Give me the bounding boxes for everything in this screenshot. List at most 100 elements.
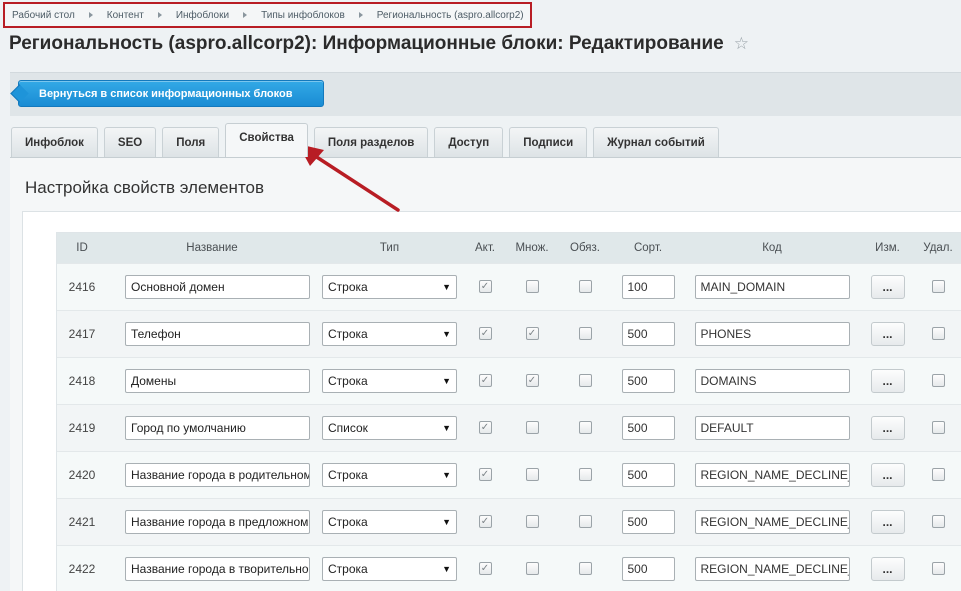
caret-down-icon: ▼ [442,422,451,433]
breadcrumb-item[interactable]: Региональность (aspro.allcorp2) [377,10,524,21]
edit-property-button[interactable]: ... [870,556,905,581]
property-id: 2418 [68,373,96,388]
caret-down-icon: ▼ [442,281,451,292]
sort-input[interactable]: 500 [621,368,675,393]
property-type-select[interactable]: Строка ▼ [322,556,457,581]
caret-down-icon: ▼ [442,563,451,574]
sort-input[interactable]: 500 [621,462,675,487]
active-checkbox[interactable]: ✓ [478,327,492,340]
multiple-checkbox[interactable] [525,562,539,576]
property-id: 2420 [68,467,96,482]
column-header: Название [186,241,238,254]
required-checkbox[interactable] [578,562,592,576]
multiple-checkbox[interactable]: ✓ [525,374,539,387]
edit-property-button[interactable]: ... [870,321,905,346]
delete-checkbox[interactable] [931,280,945,293]
tab-infoblock[interactable]: Инфоблок [11,127,98,157]
delete-checkbox[interactable] [931,468,945,481]
code-input[interactable]: REGION_NAME_DECLINE_ [694,462,850,487]
property-name-input[interactable]: Основной домен [125,274,310,299]
property-name-input[interactable]: Название города в предложном [125,509,310,534]
active-checkbox[interactable]: ✓ [478,280,492,293]
delete-checkbox[interactable] [931,562,945,576]
property-id: 2422 [68,561,96,576]
active-checkbox[interactable]: ✓ [478,374,492,387]
property-type-value: Строка [328,467,368,482]
property-type-select[interactable]: Строка ▼ [322,368,457,393]
multiple-checkbox[interactable] [525,280,539,293]
caret-down-icon: ▼ [442,469,451,480]
active-checkbox[interactable]: ✓ [478,562,492,576]
properties-table: ID Название Тип Акт. Множ. Обяз. Сорт. К… [57,233,961,591]
edit-property-button[interactable]: ... [870,415,905,440]
tab-fields[interactable]: Поля [162,127,220,157]
active-checkbox[interactable]: ✓ [478,515,492,528]
property-type-value: Строка [328,514,368,529]
active-checkbox[interactable]: ✓ [478,421,492,434]
multiple-checkbox[interactable] [525,421,539,434]
property-name-input[interactable]: Название города в творительном [125,556,310,581]
property-type-select[interactable]: Строка ▼ [322,321,457,346]
edit-property-button[interactable]: ... [870,462,905,487]
property-id: 2416 [68,279,96,294]
delete-checkbox[interactable] [931,327,945,340]
property-type-select[interactable]: Строка ▼ [322,274,457,299]
edit-property-button[interactable]: ... [870,509,905,534]
edit-property-button[interactable]: ... [870,274,905,299]
code-input[interactable]: DOMAINS [694,368,850,393]
active-checkbox[interactable]: ✓ [478,468,492,481]
multiple-checkbox[interactable]: ✓ [525,327,539,340]
required-checkbox[interactable] [578,374,592,387]
required-checkbox[interactable] [578,280,592,293]
properties-table-wrapper: ID Название Тип Акт. Множ. Обяз. Сорт. К… [56,232,961,591]
breadcrumb-item[interactable]: Типы инфоблоков [261,10,345,21]
sort-input[interactable]: 500 [621,415,675,440]
property-name-input[interactable]: Город по умолчанию [125,415,310,440]
table-row: 2416 Основной домен Строка ▼ ✓ 100 MAIN_DOMAIN… [57,263,961,310]
required-checkbox[interactable] [578,421,592,434]
breadcrumb-item[interactable]: Контент [107,10,144,21]
table-header-row: ID Название Тип Акт. Множ. Обяз. Сорт. К… [57,233,961,263]
sort-input[interactable]: 500 [621,321,675,346]
required-checkbox[interactable] [578,327,592,340]
table-row: 2420 Название города в родительном Строка ▼… [57,451,961,498]
column-header: Код [762,241,782,254]
sort-input[interactable]: 500 [621,556,675,581]
sort-input[interactable]: 100 [621,274,675,299]
chevron-right-icon [358,12,363,18]
code-input[interactable]: REGION_NAME_DECLINE_ [694,556,850,581]
code-input[interactable]: MAIN_DOMAIN [694,274,850,299]
edit-property-button[interactable]: ... [870,368,905,393]
properties-panel: Настройка свойств элементов ID Название … [10,157,961,591]
property-type-value: Строка [328,373,368,388]
property-name-input[interactable]: Домены [125,368,310,393]
code-input[interactable]: DEFAULT [694,415,850,440]
back-to-list-button[interactable]: Вернуться в список информационных блоков [18,80,324,107]
property-type-select[interactable]: Строка ▼ [322,462,457,487]
property-type-select[interactable]: Список ▼ [322,415,457,440]
delete-checkbox[interactable] [931,421,945,434]
tab-properties[interactable]: Свойства [225,123,308,157]
required-checkbox[interactable] [578,468,592,481]
property-type-select[interactable]: Строка ▼ [322,509,457,534]
tab-captions[interactable]: Подписи [509,127,588,157]
toolbar: Вернуться в список информационных блоков [10,72,961,116]
property-name-input[interactable]: Телефон [125,321,310,346]
delete-checkbox[interactable] [931,515,945,528]
breadcrumb-item[interactable]: Инфоблоки [176,10,229,21]
multiple-checkbox[interactable] [525,515,539,528]
property-name-input[interactable]: Название города в родительном [125,462,310,487]
code-input[interactable]: PHONES [694,321,850,346]
multiple-checkbox[interactable] [525,468,539,481]
property-type-value: Строка [328,326,368,341]
sort-input[interactable]: 500 [621,509,675,534]
column-header: Обяз. [570,241,600,254]
required-checkbox[interactable] [578,515,592,528]
code-input[interactable]: REGION_NAME_DECLINE_ [694,509,850,534]
delete-checkbox[interactable] [931,374,945,387]
tab-seo[interactable]: SEO [103,127,157,157]
tab-event-log[interactable]: Журнал событий [593,127,719,157]
tab-access[interactable]: Доступ [434,127,504,157]
breadcrumb-item[interactable]: Рабочий стол [12,10,75,21]
star-icon[interactable]: ☆ [734,34,749,54]
